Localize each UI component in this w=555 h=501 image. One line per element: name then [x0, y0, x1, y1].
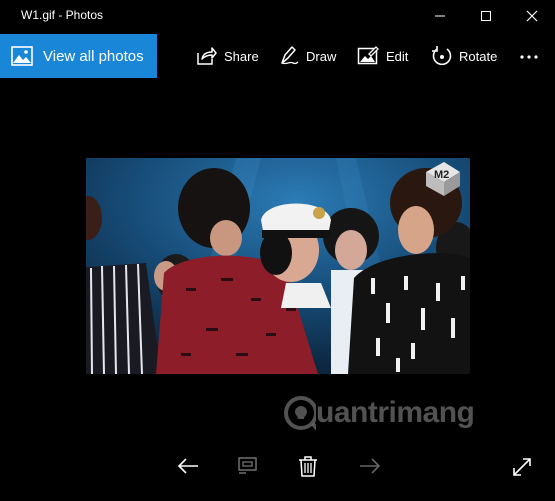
command-bar: View all photos Share Draw Edit Rotate	[0, 34, 555, 78]
stage-photo: M2	[86, 158, 470, 374]
bottom-bar	[0, 448, 555, 488]
lightbulb-logo-icon	[284, 396, 320, 432]
maximize-button[interactable]	[463, 0, 509, 32]
draw-button[interactable]: Draw	[278, 34, 338, 78]
rotate-button[interactable]: Rotate	[431, 34, 501, 78]
expand-icon	[513, 458, 531, 476]
edit-label: Edit	[386, 49, 409, 64]
more-options-button[interactable]	[513, 34, 545, 78]
close-button[interactable]	[509, 0, 555, 32]
arrow-left-icon	[177, 458, 198, 474]
view-all-photos-label: View all photos	[43, 48, 144, 65]
watermark-text: uantrimang	[316, 396, 475, 429]
next-button[interactable]	[352, 448, 388, 484]
slideshow-icon	[238, 457, 257, 474]
delete-button[interactable]	[291, 448, 327, 484]
minimize-icon	[435, 15, 445, 17]
maximize-icon	[481, 11, 491, 21]
watermark: uantrimang	[282, 390, 512, 436]
trash-icon	[299, 456, 317, 477]
title-bar: W1.gif - Photos	[0, 0, 555, 32]
more-icon	[520, 55, 538, 59]
view-all-photos-button[interactable]: View all photos	[0, 34, 157, 78]
rotate-icon	[432, 46, 452, 66]
minimize-button[interactable]	[417, 0, 463, 32]
arrow-right-icon	[360, 458, 381, 474]
close-icon	[526, 10, 538, 22]
photo-view[interactable]: M2	[86, 158, 470, 374]
edit-icon	[357, 46, 379, 65]
share-icon	[197, 47, 217, 65]
rotate-label: Rotate	[459, 49, 498, 64]
share-label: Share	[224, 49, 259, 64]
draw-icon	[281, 46, 299, 65]
share-button[interactable]: Share	[195, 34, 260, 78]
m2-logo: M2	[434, 169, 449, 181]
previous-button[interactable]	[170, 448, 206, 484]
photos-icon	[11, 46, 33, 66]
slideshow-button[interactable]	[230, 448, 266, 484]
draw-label: Draw	[306, 49, 337, 64]
fullscreen-button[interactable]	[505, 448, 541, 484]
edit-button[interactable]: Edit	[357, 34, 412, 78]
window-title: W1.gif - Photos	[21, 8, 104, 22]
